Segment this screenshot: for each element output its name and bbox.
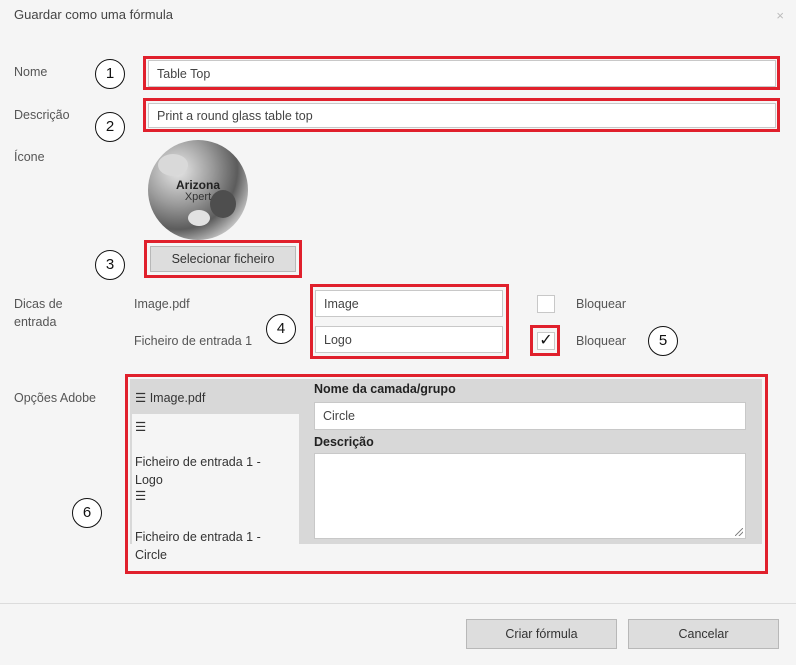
formula-icon-image: Arizona Xpert [148,140,248,240]
highlight-select-file [144,240,302,278]
callout-6: 6 [72,498,102,528]
adobe-options-label: Opções Adobe [14,391,97,405]
highlight-name [143,56,780,90]
callout-3: 3 [95,250,125,280]
icon-label: Ícone [14,150,45,164]
callout-5: 5 [648,326,678,356]
highlight-lock-checkbox [530,325,560,356]
footer-divider [0,603,796,604]
close-icon[interactable]: × [776,8,784,23]
cancel-button[interactable]: Cancelar [628,619,779,649]
description-label: Descrição [14,108,70,122]
callout-4: 4 [266,314,296,344]
icon-text-xpert: Xpert [184,191,212,203]
highlight-description [143,98,780,132]
input-hints-label-line1: Dicas de [14,297,63,311]
save-as-formula-dialog: Guardar como uma fórmula × Nome 1 Table … [0,0,796,665]
hint-name-input-1: Ficheiro de entrada 1 [134,334,253,348]
lock-label-logo: Bloquear [576,334,627,348]
dialog-title: Guardar como uma fórmula [14,7,173,22]
highlight-adobe-options [125,374,768,574]
icon-text-arizona: Arizona [175,178,220,192]
name-label: Nome [14,65,48,79]
hint-name-image: Image.pdf [134,297,190,311]
highlight-hint-values [310,284,509,359]
lock-label-image: Bloquear [576,297,627,311]
input-hints-label-line2: entrada [14,315,57,329]
lock-checkbox-image[interactable] [537,295,555,313]
callout-1: 1 [95,59,125,89]
callout-2: 2 [95,112,125,142]
create-formula-button[interactable]: Criar fórmula [466,619,617,649]
